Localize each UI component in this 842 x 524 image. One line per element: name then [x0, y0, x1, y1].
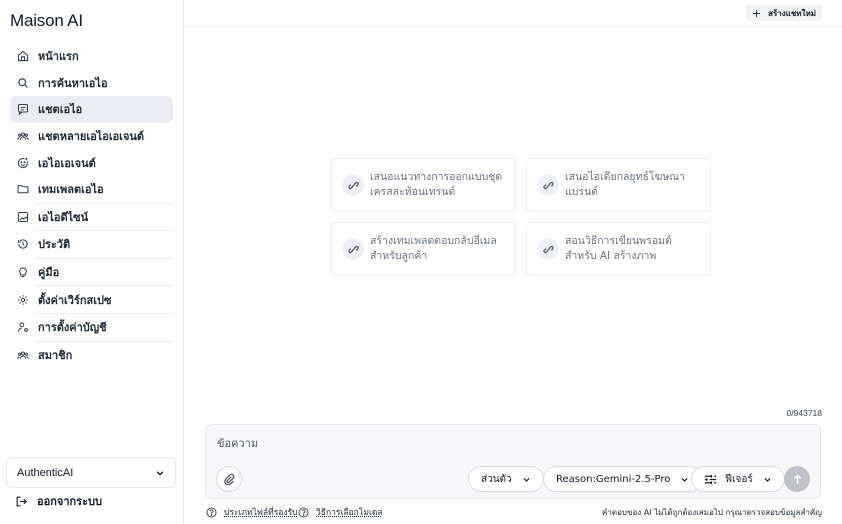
- attach-button[interactable]: [216, 466, 242, 492]
- suggestion-text: เสนอไอเดียกลยุทธ์โฆษณาแบรนด์: [565, 170, 685, 199]
- new-chat-button[interactable]: + สร้างแชทใหม่: [745, 5, 822, 21]
- model-value: Reason:Gemini-2.5-Pro: [556, 473, 671, 485]
- features-label: ฟีเจอร์: [725, 473, 753, 485]
- sidebar-item-label: การตั้งค่าบัญชี: [38, 321, 107, 335]
- message-composer: ส่วนตัว Reason:Gemini-2.5-Pro ฟีเจอร์: [205, 424, 821, 499]
- user-settings-icon: [16, 320, 30, 334]
- chevron-down-icon: [156, 470, 164, 476]
- suggestion-text: สอนวิธีการเขียนพรอมต์สำหรับ AI สร้างภาพ: [565, 234, 672, 263]
- top-bar: + สร้างแชทใหม่: [185, 0, 842, 27]
- message-input[interactable]: [217, 437, 777, 450]
- mode-select[interactable]: ส่วนตัว: [468, 466, 544, 492]
- sidebar-item-label: แชตเอไอ: [38, 103, 83, 117]
- sidebar-item-label: สมาชิก: [38, 348, 73, 362]
- sidebar-item-label: เอไอดีไซน์: [38, 210, 89, 224]
- logout-label: ออกจากระบบ: [37, 495, 102, 508]
- sidebar-item-account-settings[interactable]: การตั้งค่าบัญชี: [10, 314, 173, 341]
- home-icon: [16, 49, 30, 63]
- suggestion-card[interactable]: เสนอไอเดียกลยุทธ์โฆษณาแบรนด์: [526, 158, 711, 212]
- chevron-down-icon: [523, 477, 530, 482]
- sidebar-item-ai-agent[interactable]: เอไอเอเจนต์: [10, 149, 173, 176]
- character-counter: 0/943718: [786, 408, 822, 418]
- sidebar-item-label: คู่มือ: [38, 266, 60, 280]
- search-icon: [16, 76, 30, 90]
- sidebar-item-ai-chat[interactable]: แชตเอไอ: [10, 96, 173, 123]
- sliders-icon: [704, 474, 717, 484]
- chevron-down-icon: [681, 477, 688, 482]
- app-logo: Maison AI: [10, 11, 83, 30]
- link-icon: [342, 174, 364, 196]
- suggestion-text: สร้างเทมเพลตตอบกลับอีเมลสำหรับลูกค้า: [370, 234, 497, 263]
- sidebar-item-label: หน้าแรก: [38, 50, 79, 64]
- history-icon: [16, 237, 30, 251]
- sidebar-item-ai-design[interactable]: เอไอดีไซน์: [10, 204, 173, 231]
- send-button[interactable]: [784, 466, 810, 492]
- model-select[interactable]: Reason:Gemini-2.5-Pro: [543, 466, 703, 492]
- mode-value: ส่วนตัว: [481, 473, 512, 485]
- suggestion-card[interactable]: สอนวิธีการเขียนพรอมต์สำหรับ AI สร้างภาพ: [526, 222, 711, 276]
- sidebar-item-label: การค้นหาเอไอ: [38, 76, 108, 90]
- paperclip-icon: [224, 473, 235, 485]
- gear-icon: [16, 293, 30, 307]
- logout-icon: [16, 496, 27, 506]
- suggestion-card[interactable]: เสนอแนวทางการออกแบบชุดเครสสะท้อนเทรนด์: [331, 158, 516, 212]
- bot-face-icon: [16, 156, 30, 170]
- model-guide-link[interactable]: วิธีการเลือกโมเดล: [298, 505, 383, 519]
- sidebar-item-label: ตั้งค่าเวิร์กสเปซ: [38, 293, 112, 307]
- members-icon: [16, 348, 30, 362]
- lightbulb-icon: [16, 265, 30, 279]
- help-circle-icon: [298, 506, 309, 518]
- sidebar-item-history[interactable]: ประวัติ: [10, 231, 173, 258]
- sidebar-item-label: เอไอเอเจนต์: [38, 156, 96, 170]
- sidebar-item-workspace-settings[interactable]: ตั้งค่าเวิร์กสเปซ: [10, 286, 173, 313]
- sidebar-item-members[interactable]: สมาชิก: [10, 342, 173, 369]
- chat-icon: [16, 102, 30, 116]
- features-select[interactable]: ฟีเจอร์: [691, 466, 785, 492]
- help-circle-icon: [206, 506, 217, 518]
- ai-disclaimer: คำตอบของ AI ไม่ได้ถูกต้องเสมอไป กรุณาตรว…: [602, 508, 822, 517]
- sidebar: Maison AI หน้าแรก การค้นหาเอไอ แชตเอไอ แ…: [0, 0, 184, 524]
- image-icon: [16, 210, 30, 224]
- suggestion-text: เสนอแนวทางการออกแบบชุดเครสสะท้อนเทรนด์: [370, 170, 503, 199]
- sidebar-item-ai-templates[interactable]: เทมเพลตเอไอ: [10, 176, 173, 203]
- users-icon: [16, 129, 30, 143]
- sidebar-item-guide[interactable]: คู่มือ: [10, 259, 173, 286]
- workspace-selector[interactable]: AuthenticAI: [6, 457, 176, 488]
- plus-icon: +: [751, 6, 762, 20]
- model-guide-label: วิธีการเลือกโมเดล: [316, 508, 383, 518]
- sidebar-item-ai-search[interactable]: การค้นหาเอไอ: [10, 70, 173, 97]
- link-icon: [342, 238, 364, 260]
- sidebar-item-multi-agent-chat[interactable]: แชตหลายเอไอเอเจนต์: [10, 123, 173, 150]
- suggestion-card[interactable]: สร้างเทมเพลตตอบกลับอีเมลสำหรับลูกค้า: [331, 222, 516, 276]
- arrow-up-icon: [793, 473, 801, 484]
- sidebar-item-label: เทมเพลตเอไอ: [38, 183, 104, 197]
- link-icon: [537, 238, 559, 260]
- sidebar-item-label: ประวัติ: [38, 238, 71, 252]
- link-icon: [537, 174, 559, 196]
- workspace-name: AuthenticAI: [17, 466, 74, 479]
- chevron-down-icon: [764, 477, 771, 482]
- supported-files-link[interactable]: ประเภทไฟล์ที่รองรับ: [206, 505, 298, 519]
- logout-button[interactable]: ออกจากระบบ: [16, 492, 102, 510]
- supported-files-label: ประเภทไฟล์ที่รองรับ: [224, 508, 298, 518]
- new-chat-label: สร้างแชทใหม่: [768, 8, 816, 18]
- sidebar-item-label: แชตหลายเอไอเอเจนต์: [38, 130, 145, 144]
- folder-icon: [16, 182, 30, 196]
- sidebar-nav: หน้าแรก การค้นหาเอไอ แชตเอไอ แชตหลายเอไอ…: [10, 43, 173, 368]
- sidebar-item-home[interactable]: หน้าแรก: [10, 43, 173, 70]
